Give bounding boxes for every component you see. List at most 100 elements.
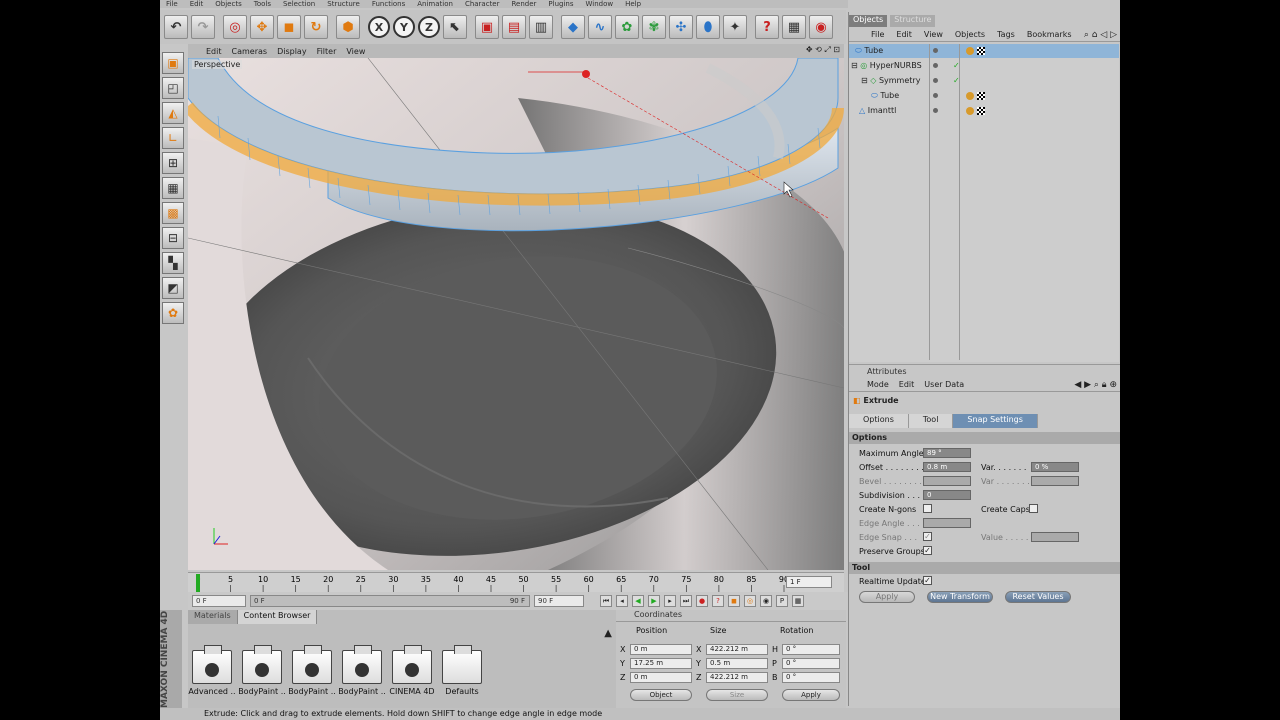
objects-menu-objects[interactable]: Objects (955, 30, 985, 39)
points-mode-icon[interactable]: ⊞ (162, 152, 184, 174)
tab-options[interactable]: Options (849, 414, 909, 428)
coordinate-system-icon[interactable]: ⬉ (443, 15, 467, 39)
move-tool-icon[interactable]: ✥ (250, 15, 274, 39)
menu-item-help[interactable]: Help (625, 0, 641, 8)
x-axis-lock-icon[interactable]: X (368, 16, 390, 38)
library-item[interactable]: Advanced .. (188, 645, 236, 696)
material-tag-icon[interactable] (966, 106, 974, 115)
offset-field[interactable]: 0.8 m (923, 462, 971, 472)
y-axis-lock-icon[interactable]: Y (393, 16, 415, 38)
sculpt-icon[interactable]: ✿ (162, 302, 184, 324)
menu-item-character[interactable]: Character (465, 0, 500, 8)
texture-tag-icon[interactable] (977, 106, 985, 115)
current-frame-field[interactable]: 0 F (192, 595, 246, 607)
frame-range-slider[interactable]: 0 F 90 F (250, 595, 530, 607)
menu-item-window[interactable]: Window (586, 0, 614, 8)
tab-tool[interactable]: Tool (908, 414, 954, 428)
model-mode-icon[interactable]: ◰ (162, 77, 184, 99)
viewport-menu-cameras[interactable]: Cameras (232, 47, 268, 56)
timeline-frame-field[interactable]: 1 F (786, 576, 832, 588)
subdivision-field[interactable]: 0 (923, 490, 971, 500)
position-z-field[interactable]: 0 m (630, 672, 692, 683)
play-backward-icon[interactable]: ◀ (632, 595, 644, 607)
deformer-icon[interactable]: ✣ (669, 15, 693, 39)
rotation-b-field[interactable]: 0 ° (782, 672, 840, 683)
menu-item-file[interactable]: File (166, 0, 178, 8)
max-angle-field[interactable]: 89 ° (923, 448, 971, 458)
object-row[interactable]: △ Imanttl (849, 104, 1119, 118)
light-icon[interactable]: ✦ (723, 15, 747, 39)
render-settings-icon[interactable]: ▥ (529, 15, 553, 39)
scroll-up-icon[interactable]: ▲ (604, 628, 612, 639)
coordinates-apply-button[interactable]: Apply (782, 689, 840, 701)
scene-icon[interactable]: ⬮ (696, 15, 720, 39)
collapse-icon[interactable]: ⊟ (851, 61, 858, 70)
tab-materials[interactable]: Materials (188, 610, 238, 624)
array-icon[interactable]: ✾ (642, 15, 666, 39)
material-tag-icon[interactable] (966, 46, 974, 55)
create-caps-checkbox[interactable] (1029, 504, 1038, 513)
apply-button[interactable]: Apply (859, 591, 915, 603)
spline-pen-icon[interactable]: ∿ (588, 15, 612, 39)
object-row[interactable]: ⬭ Tube (849, 89, 1119, 103)
new-transform-button[interactable]: New Transform (927, 591, 993, 603)
go-to-start-icon[interactable]: ⏮ (600, 595, 612, 607)
visibility-dots-icon[interactable] (933, 44, 942, 58)
help-icon[interactable]: ? (755, 15, 779, 39)
size-z-field[interactable]: 422.212 m (706, 672, 768, 683)
tab-content-browser[interactable]: Content Browser (237, 610, 318, 624)
library-item[interactable]: BodyPaint .. (238, 645, 286, 696)
position-y-field[interactable]: 17.25 m (630, 658, 692, 669)
preserve-groups-checkbox[interactable]: ✓ (923, 546, 932, 555)
object-tool-icon[interactable]: ⬢ (336, 15, 360, 39)
menu-item-functions[interactable]: Functions (372, 0, 405, 8)
axis-mode-icon[interactable]: ∟ (162, 127, 184, 149)
key-position-icon[interactable]: ◎ (744, 595, 756, 607)
tool-section-header[interactable]: Tool (849, 562, 1120, 574)
objects-menu-bookmarks[interactable]: Bookmarks (1027, 30, 1072, 39)
menu-item-structure[interactable]: Structure (327, 0, 360, 8)
end-frame-field[interactable]: 90 F (534, 595, 584, 607)
z-axis-lock-icon[interactable]: Z (418, 16, 440, 38)
objects-menu-file[interactable]: File (871, 30, 884, 39)
create-ngons-checkbox[interactable] (923, 504, 932, 513)
viewport-menu-view[interactable]: View (346, 47, 365, 56)
realtime-update-checkbox[interactable]: ✓ (923, 576, 932, 585)
tab-snap-settings[interactable]: Snap Settings (953, 414, 1038, 428)
edges-mode-icon[interactable]: ▦ (162, 177, 184, 199)
library-item[interactable]: BodyPaint .. (288, 645, 336, 696)
redo-button-icon[interactable]: ↷ (191, 15, 215, 39)
var-field[interactable]: 0 % (1031, 462, 1079, 472)
rotation-p-field[interactable]: 0 ° (782, 658, 840, 669)
autokey-icon[interactable]: ? (712, 595, 724, 607)
library-item[interactable]: BodyPaint .. (338, 645, 386, 696)
tab-structure[interactable]: Structure (890, 15, 936, 27)
render-view-icon[interactable]: ▣ (475, 15, 499, 39)
playhead-marker[interactable] (196, 574, 200, 592)
render-active-icon[interactable]: ◉ (809, 15, 833, 39)
rotation-h-field[interactable]: 0 ° (782, 644, 840, 655)
timeline-ruler[interactable]: 051015202530354045505560657075808590 1 F (188, 572, 844, 592)
reset-values-button[interactable]: Reset Values (1005, 591, 1071, 603)
checker-icon[interactable]: ▚ (162, 252, 184, 274)
next-key-icon[interactable]: ▸ (664, 595, 676, 607)
polygons-mode-icon[interactable]: ▩ (162, 202, 184, 224)
texture-mode-icon[interactable]: ◭ (162, 102, 184, 124)
viewport-menu-display[interactable]: Display (277, 47, 307, 56)
live-selection-icon[interactable]: ◎ (223, 15, 247, 39)
visibility-dots-icon[interactable] (933, 59, 942, 73)
viewport-nav-icons[interactable]: ✥ ⟲ ⤢ ⊡ (806, 45, 840, 55)
options-section-header[interactable]: Options (849, 432, 1120, 444)
objects-menu-view[interactable]: View (924, 30, 943, 39)
render-picture-viewer-icon[interactable]: ▤ (502, 15, 526, 39)
object-row[interactable]: ⬭ Tube (849, 44, 1119, 58)
previous-key-icon[interactable]: ◂ (616, 595, 628, 607)
key-param-icon[interactable]: ▦ (792, 595, 804, 607)
key-selection-icon[interactable]: ◼ (728, 595, 740, 607)
search-icon[interactable]: ⌕ ⌂ ◁ ▷ (1084, 30, 1117, 40)
size-x-field[interactable]: 422.212 m (706, 644, 768, 655)
menu-item-render[interactable]: Render (512, 0, 537, 8)
coordinate-mode-dropdown[interactable]: Object (630, 689, 692, 701)
play-forward-icon[interactable]: ▶ (648, 595, 660, 607)
viewport-menu-edit[interactable]: Edit (206, 47, 222, 56)
